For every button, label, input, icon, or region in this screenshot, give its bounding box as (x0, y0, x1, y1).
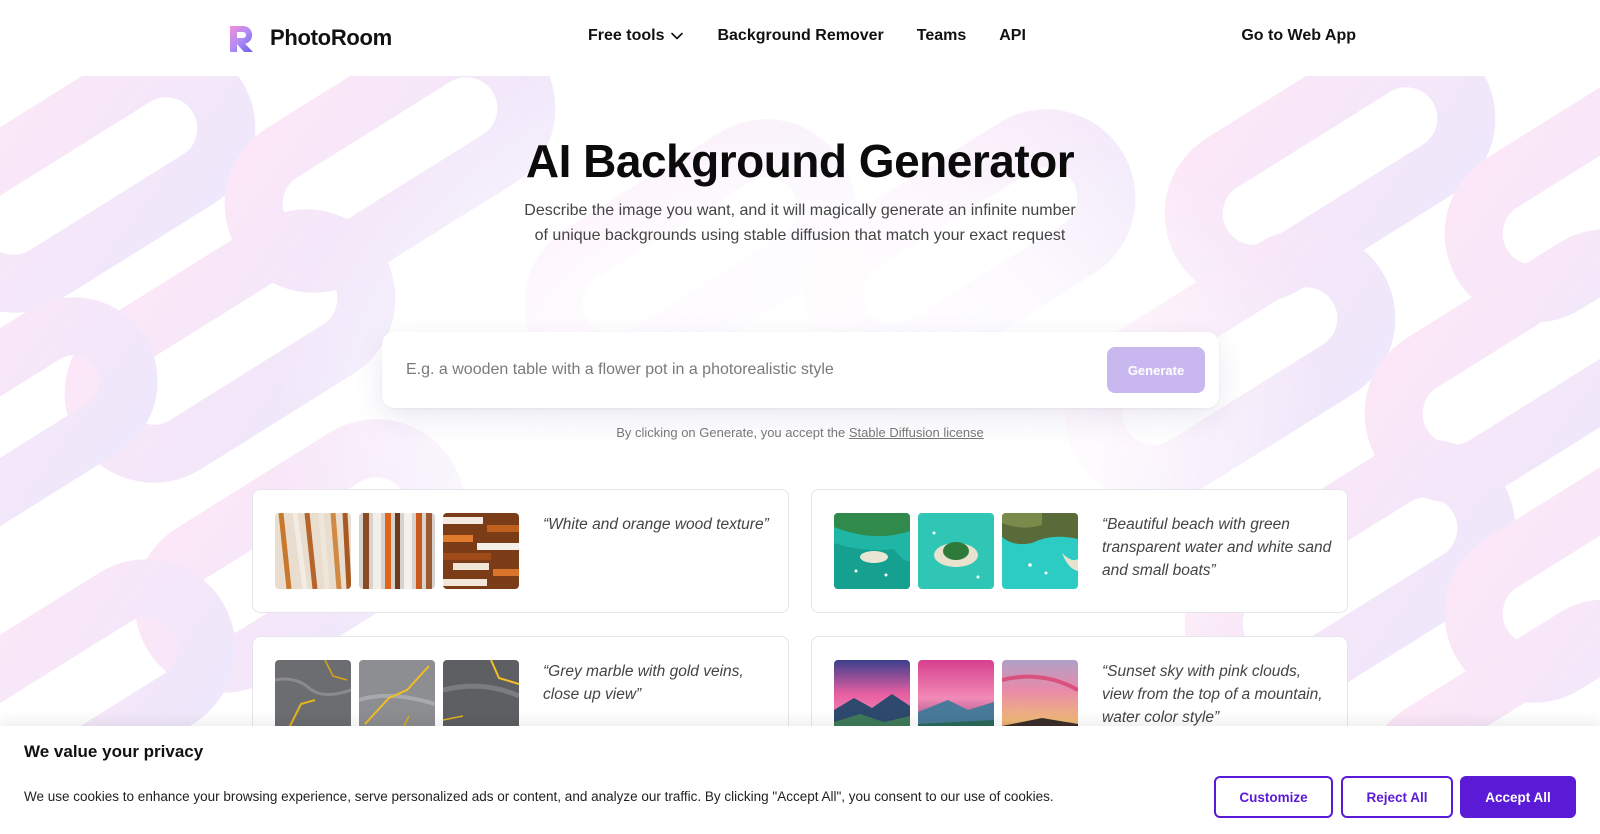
nav-api[interactable]: API (999, 27, 1026, 45)
license-prefix: By clicking on Generate, you accept the (616, 425, 846, 440)
page-title: AI Background Generator (525, 135, 1075, 187)
thumbnail-image (918, 660, 994, 736)
example-prompt-text: “Grey marble with gold veins, close up v… (543, 663, 744, 703)
thumbnail-image (359, 513, 435, 589)
example-card-wood[interactable]: “White and orange wood texture” (252, 489, 789, 613)
thumbnail-row (834, 513, 1078, 589)
nav-free-tools-label: Free tools (588, 27, 665, 44)
thumbnail-image (443, 513, 519, 589)
nav-background-remover[interactable]: Background Remover (717, 27, 883, 45)
prompt-input[interactable] (406, 352, 1086, 388)
accept-all-button[interactable]: Accept All (1460, 776, 1576, 818)
example-prompt-text: “White and orange wood texture” (543, 516, 769, 533)
example-card-beach[interactable]: “Beautiful beach with green transparent … (811, 489, 1348, 613)
example-prompt-text: “Beautiful beach with green transparent … (1102, 516, 1332, 579)
main-content: AI Background Generator Describe the ima… (0, 0, 1600, 834)
thumbnail-image (834, 513, 910, 589)
prompt-box: Generate (382, 332, 1219, 408)
brand-logo[interactable]: PhotoRoom (226, 22, 392, 54)
thumbnail-image (275, 660, 351, 736)
thumbnail-image (834, 660, 910, 736)
photoroom-logo-icon (230, 25, 253, 52)
main-nav: Free tools Background Remover Teams API (588, 27, 1026, 45)
customize-button[interactable]: Customize (1214, 776, 1333, 818)
example-prompt-text: “Sunset sky with pink clouds, view from … (1102, 663, 1323, 726)
license-note: By clicking on Generate, you accept the … (0, 425, 1600, 440)
nav-teams[interactable]: Teams (917, 27, 967, 45)
cookie-title: We value your privacy (24, 742, 204, 761)
brand-name: PhotoRoom (270, 25, 392, 50)
reject-all-button[interactable]: Reject All (1341, 776, 1453, 818)
cookie-text: We use cookies to enhance your browsing … (24, 789, 1054, 804)
thumbnail-row (275, 513, 519, 589)
thumbnail-image (918, 513, 994, 589)
thumbnail-image (275, 513, 351, 589)
go-to-web-app-link[interactable]: Go to Web App (1241, 27, 1356, 45)
thumbnail-image (359, 660, 435, 736)
thumbnail-row (275, 660, 519, 736)
thumbnail-image (1002, 513, 1078, 589)
thumbnail-row (834, 660, 1078, 736)
stable-diffusion-license-link[interactable]: Stable Diffusion license (849, 425, 984, 440)
thumbnail-image (443, 660, 519, 736)
chevron-down-icon (671, 32, 684, 40)
thumbnail-image (1002, 660, 1078, 736)
site-header: PhotoRoom Free tools Background Remover … (0, 0, 1600, 76)
generate-button[interactable]: Generate (1107, 347, 1205, 393)
nav-free-tools[interactable]: Free tools (588, 27, 684, 45)
cookie-banner: We value your privacy We use cookies to … (0, 726, 1600, 834)
page-subtitle: Describe the image you want, and it will… (524, 202, 1076, 244)
